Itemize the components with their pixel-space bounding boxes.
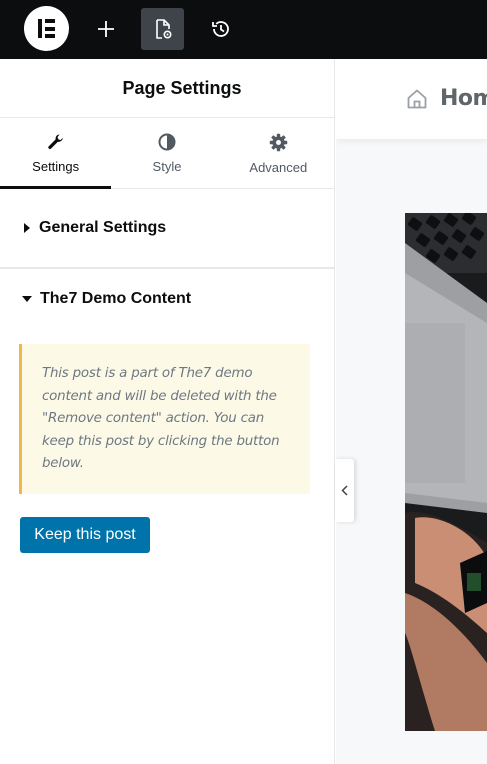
keep-this-post-button[interactable]: Keep this post xyxy=(20,517,150,553)
tab-advanced-label: Advanced xyxy=(249,160,308,175)
collapse-panel-button[interactable] xyxy=(335,459,354,522)
tab-style[interactable]: Style xyxy=(111,118,222,188)
page-settings-icon xyxy=(155,19,172,39)
section-general-settings[interactable]: General Settings xyxy=(0,189,334,269)
section-general-title: General Settings xyxy=(39,219,167,236)
page-settings-button[interactable] xyxy=(141,8,184,50)
tab-settings[interactable]: Settings xyxy=(0,118,111,188)
wrench-icon xyxy=(47,134,63,149)
panel-tabs: Settings Style Advanced xyxy=(0,118,334,189)
breadcrumb-home[interactable]: Home xyxy=(440,86,487,111)
post-featured-image xyxy=(405,213,487,731)
plus-icon xyxy=(97,21,114,37)
gear-icon xyxy=(269,133,288,152)
tab-settings-label: Settings xyxy=(32,159,80,174)
page-preview: Home xyxy=(336,59,487,764)
notice-text: This post is a part of The7 demo content… xyxy=(42,366,280,472)
home-icon xyxy=(407,89,427,109)
chevron-left-icon xyxy=(341,485,348,496)
section-the7-demo-content[interactable]: The7 Demo Content xyxy=(0,269,334,329)
caret-down-icon xyxy=(22,296,32,302)
elementor-logo-icon[interactable] xyxy=(24,6,69,51)
tab-style-label: Style xyxy=(152,159,182,174)
history-button[interactable] xyxy=(199,8,242,50)
editor-topbar xyxy=(0,0,487,59)
half-circle-icon xyxy=(158,133,176,151)
site-header: Home xyxy=(336,59,487,139)
history-icon xyxy=(211,21,229,37)
laptop-hands-photo xyxy=(405,213,487,731)
demo-content-notice: This post is a part of The7 demo content… xyxy=(19,344,310,494)
panel-header: Page Settings xyxy=(0,59,334,118)
add-element-button[interactable] xyxy=(84,8,127,50)
section-demo-title: The7 Demo Content xyxy=(40,290,192,307)
caret-right-icon xyxy=(24,223,30,233)
tab-advanced[interactable]: Advanced xyxy=(223,118,334,188)
panel-title: Page Settings xyxy=(122,77,242,98)
